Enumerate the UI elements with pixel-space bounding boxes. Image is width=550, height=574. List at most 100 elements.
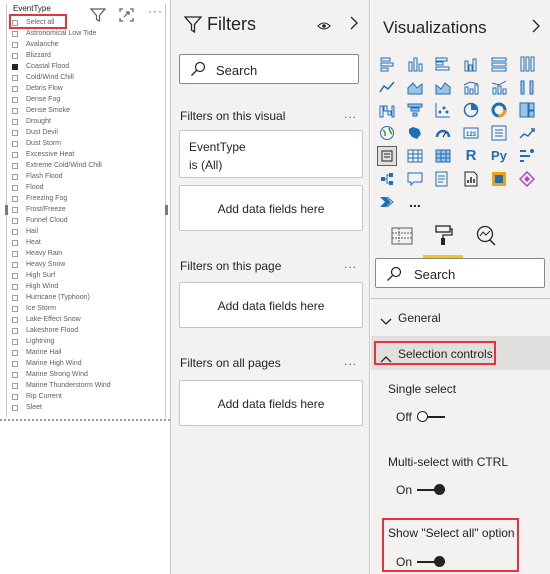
slicer-list-item[interactable]: Marine Strong Wind xyxy=(12,369,162,380)
slicer-list-item[interactable]: Dense Smoke xyxy=(12,105,162,116)
slicer-checkbox[interactable] xyxy=(12,261,18,268)
slicer-list-item[interactable]: Marine Thunderstorm Wind xyxy=(12,380,162,391)
slicer-list-item[interactable]: Lake-Effect Snow xyxy=(12,314,162,325)
slicer-checkbox[interactable] xyxy=(12,327,18,334)
slicer-list-item[interactable]: Lightning xyxy=(12,336,162,347)
clustered-bar-chart-icon[interactable] xyxy=(433,54,453,74)
slicer-checkbox[interactable] xyxy=(12,338,18,345)
eventtype-filter-card[interactable]: EventType is (All) xyxy=(179,130,363,178)
add-data-fields-visual[interactable]: Add data fields here xyxy=(179,185,363,231)
slicer-list-item[interactable]: Funnel Cloud xyxy=(12,215,162,226)
funnel-chart-icon[interactable] xyxy=(405,100,425,120)
slicer-checkbox[interactable] xyxy=(12,404,18,411)
add-data-fields-page[interactable]: Add data fields here xyxy=(179,282,363,328)
slicer-list-item[interactable]: Astronomical Low Tide xyxy=(12,28,162,39)
slicer-list-item[interactable]: Excessive Heat xyxy=(12,149,162,160)
more-options-icon[interactable]: ... xyxy=(344,107,357,121)
slicer-checkbox[interactable] xyxy=(12,140,18,147)
slicer-list-item[interactable]: Dense Fog xyxy=(12,94,162,105)
line-chart-icon[interactable] xyxy=(377,77,397,97)
map-icon[interactable] xyxy=(377,123,397,143)
single-select-toggle[interactable]: Off xyxy=(396,410,445,424)
slicer-list-item[interactable]: Blizzard xyxy=(12,50,162,61)
more-options-icon[interactable]: ... xyxy=(344,354,357,368)
slicer-checkbox[interactable] xyxy=(12,195,18,202)
slicer-checkbox[interactable] xyxy=(12,217,18,224)
slicer-checkbox[interactable] xyxy=(12,52,18,59)
multi-row-card-icon[interactable] xyxy=(489,123,509,143)
slicer-checkbox[interactable] xyxy=(12,151,18,158)
chevron-right-icon[interactable] xyxy=(532,19,540,38)
donut-chart-icon[interactable] xyxy=(489,100,509,120)
slicer-list-item[interactable]: Heavy Rain xyxy=(12,248,162,259)
filled-map-icon[interactable] xyxy=(405,123,425,143)
key-influencers-icon[interactable] xyxy=(517,146,537,166)
stacked-area-chart-icon[interactable] xyxy=(433,77,453,97)
slicer-checkbox[interactable] xyxy=(12,63,18,70)
smart-narrative-icon[interactable] xyxy=(433,169,453,189)
analytics-magnifier-icon[interactable] xyxy=(475,225,497,252)
paginated-report-icon[interactable] xyxy=(461,169,481,189)
fields-tab-icon[interactable] xyxy=(391,226,413,251)
slicer-checkbox[interactable] xyxy=(12,129,18,136)
scatter-chart-icon[interactable] xyxy=(433,100,453,120)
power-automate-flow-icon[interactable] xyxy=(377,192,397,212)
eye-icon[interactable] xyxy=(317,18,331,36)
slicer-checkbox[interactable] xyxy=(12,382,18,389)
slicer-checkbox[interactable] xyxy=(12,96,18,103)
resize-handle-left[interactable] xyxy=(5,205,8,215)
slicer-list-item[interactable]: Heavy Snow xyxy=(12,259,162,270)
slicer-checkbox[interactable] xyxy=(12,360,18,367)
card-icon[interactable]: 123 xyxy=(461,123,481,143)
format-search-input[interactable]: Search xyxy=(375,258,545,288)
slicer-checkbox[interactable] xyxy=(12,250,18,257)
slicer-icon[interactable] xyxy=(377,145,397,166)
general-section-label[interactable]: General xyxy=(398,311,441,325)
100-percent-bar-chart-icon[interactable] xyxy=(489,54,509,74)
slicer-checkbox[interactable] xyxy=(12,173,18,180)
clustered-column-chart-icon[interactable] xyxy=(461,54,481,74)
power-automate-icon[interactable] xyxy=(517,169,537,189)
chevron-right-icon[interactable] xyxy=(350,16,358,35)
slicer-list-item[interactable]: Hail xyxy=(12,226,162,237)
decomposition-tree-icon[interactable] xyxy=(377,169,397,189)
multi-select-toggle[interactable]: On xyxy=(396,483,446,497)
slicer-list-item[interactable]: Cold/Wind Chill xyxy=(12,72,162,83)
slicer-checkbox[interactable] xyxy=(12,316,18,323)
pie-chart-icon[interactable] xyxy=(461,100,481,120)
slicer-list-item[interactable]: Marine Hail xyxy=(12,347,162,358)
slicer-list-item[interactable]: High Wind xyxy=(12,281,162,292)
slicer-list-item[interactable]: Sleet xyxy=(12,402,162,413)
slicer-list-item[interactable]: Lakeshore Flood xyxy=(12,325,162,336)
more-options-icon[interactable]: ··· xyxy=(148,4,163,18)
slicer-checkbox[interactable] xyxy=(12,294,18,301)
slicer-list-item[interactable]: Drought xyxy=(12,116,162,127)
slicer-list-item[interactable]: Frost/Freeze xyxy=(12,204,162,215)
more-options-icon[interactable]: ... xyxy=(344,257,357,271)
stacked-column-chart-icon[interactable] xyxy=(405,54,425,74)
slicer-checkbox[interactable] xyxy=(12,228,18,235)
slicer-checkbox[interactable] xyxy=(12,41,18,48)
slicer-list-item[interactable]: Flash Flood xyxy=(12,171,162,182)
power-apps-icon[interactable] xyxy=(489,169,509,189)
slicer-checkbox[interactable] xyxy=(12,283,18,290)
chevron-down-icon[interactable] xyxy=(380,313,392,331)
slicer-list-item[interactable]: Rip Current xyxy=(12,391,162,402)
slicer-checkbox[interactable] xyxy=(12,239,18,246)
add-data-fields-all-pages[interactable]: Add data fields here xyxy=(179,380,363,426)
slicer-checkbox[interactable] xyxy=(12,371,18,378)
slicer-list-item[interactable]: Dust Devil xyxy=(12,127,162,138)
r-visual-icon[interactable]: R xyxy=(461,146,481,166)
slicer-checkbox[interactable] xyxy=(12,30,18,37)
treemap-icon[interactable] xyxy=(517,100,537,120)
slicer-checkbox[interactable] xyxy=(12,305,18,312)
slicer-list-item[interactable]: Freezing Fog xyxy=(12,193,162,204)
slicer-list-item[interactable]: High Surf xyxy=(12,270,162,281)
slicer-list-item[interactable]: Coastal Flood xyxy=(12,61,162,72)
line-and-column-chart-icon[interactable] xyxy=(461,77,481,97)
python-visual-icon[interactable]: Py xyxy=(489,146,509,166)
slicer-checkbox[interactable] xyxy=(12,107,18,114)
slicer-list-item[interactable]: Ice Storm xyxy=(12,303,162,314)
slicer-checkbox[interactable] xyxy=(12,206,18,213)
100-percent-column-chart-icon[interactable] xyxy=(517,54,537,74)
